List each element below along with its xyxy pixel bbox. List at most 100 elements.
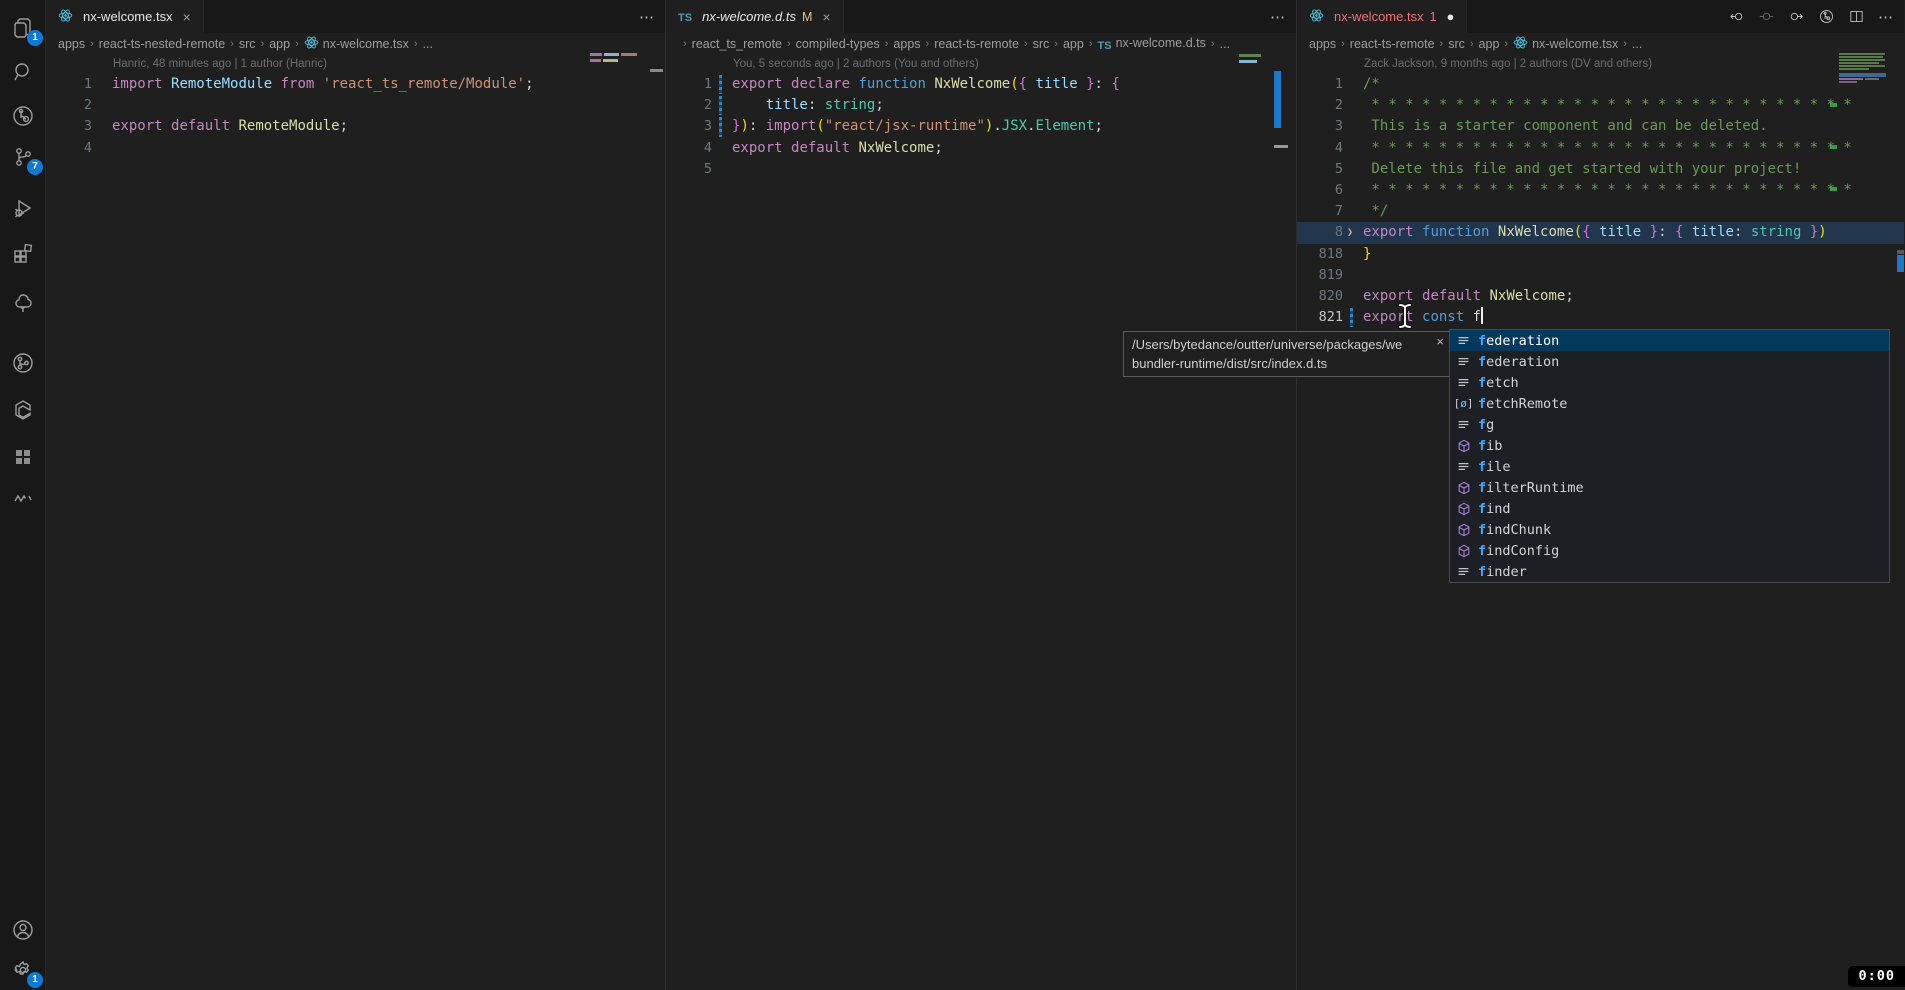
- gitlens-icon[interactable]: [0, 96, 46, 136]
- code-line-820[interactable]: 820export default NxWelcome;: [1297, 286, 1904, 307]
- code-line-6[interactable]: 6 * * * * * * * * * * * * * * * * * * * …: [1297, 180, 1904, 201]
- line-number[interactable]: 6: [1297, 180, 1343, 201]
- suggestion-item-fg[interactable]: fg: [1450, 414, 1889, 435]
- breadcrumb-item[interactable]: react-ts-remote: [934, 37, 1019, 51]
- line-number[interactable]: 821: [1297, 307, 1343, 328]
- code-editor[interactable]: You, 5 seconds ago | 2 authors (You and …: [666, 55, 1296, 180]
- breadcrumb-item[interactable]: nx-welcome.tsx: [1513, 35, 1618, 53]
- line-number[interactable]: 3: [46, 116, 92, 137]
- breadcrumb-item[interactable]: apps: [1309, 37, 1336, 51]
- code-line-818[interactable]: 818}: [1297, 244, 1904, 265]
- git-modified-gutter-mark[interactable]: [1350, 308, 1353, 327]
- code-line-4[interactable]: 4: [46, 138, 665, 159]
- extensions-icon[interactable]: [0, 233, 46, 273]
- squiggle-extension-icon[interactable]: [0, 478, 46, 518]
- line-number[interactable]: 3: [666, 116, 712, 137]
- code-line-4[interactable]: 4export default NxWelcome;: [666, 138, 1296, 159]
- breadcrumb-item[interactable]: src: [1448, 37, 1465, 51]
- line-number[interactable]: 4: [46, 138, 92, 159]
- settings-icon[interactable]: 1: [0, 950, 46, 990]
- git-modified-gutter-mark[interactable]: [719, 75, 722, 94]
- code-line-821[interactable]: 821export const f: [1297, 307, 1904, 328]
- line-number[interactable]: 5: [1297, 159, 1343, 180]
- suggestion-item-fetch[interactable]: fetch: [1450, 372, 1889, 393]
- tab-nx-welcome.tsx[interactable]: nx-welcome.tsx1●: [1297, 0, 1467, 33]
- code-line-5[interactable]: 5: [666, 159, 1296, 180]
- line-number[interactable]: 2: [666, 95, 712, 116]
- suggestion-item-find[interactable]: find: [1450, 498, 1889, 519]
- breadcrumb-item[interactable]: src: [1033, 37, 1050, 51]
- breadcrumb-item[interactable]: app: [1063, 37, 1084, 51]
- suggestion-item-fetchRemote[interactable]: [ø]fetchRemote: [1450, 393, 1889, 414]
- code-line-7[interactable]: 7 */: [1297, 201, 1904, 222]
- git-modified-gutter-mark[interactable]: [719, 96, 722, 115]
- accounts-icon[interactable]: [0, 910, 46, 950]
- breadcrumb-item[interactable]: react-ts-nested-remote: [99, 37, 225, 51]
- code-line-3[interactable]: 3}): import("react/jsx-runtime").JSX.Ele…: [666, 116, 1296, 137]
- breadcrumb-item[interactable]: ...: [1632, 37, 1642, 51]
- history-icon[interactable]: [1816, 7, 1836, 27]
- code-line-8[interactable]: 8❯export function NxWelcome({ title }: {…: [1297, 222, 1904, 243]
- code-line-4[interactable]: 4 * * * * * * * * * * * * * * * * * * * …: [1297, 138, 1904, 159]
- line-number[interactable]: 1: [1297, 74, 1343, 95]
- suggestion-item-findChunk[interactable]: findChunk: [1450, 519, 1889, 540]
- close-icon[interactable]: ×: [1436, 334, 1444, 349]
- breadcrumb-item[interactable]: ...: [1220, 37, 1230, 51]
- code-editor[interactable]: Hanric, 48 minutes ago | 1 author (Hanri…: [46, 55, 665, 159]
- testing-tree-icon[interactable]: [0, 283, 46, 323]
- breadcrumb-item[interactable]: app: [1479, 37, 1500, 51]
- breadcrumb-item[interactable]: app: [269, 37, 290, 51]
- hexagon-extension-icon[interactable]: [0, 390, 46, 430]
- fold-chevron-icon[interactable]: ❯: [1347, 222, 1353, 243]
- breadcrumb-item[interactable]: apps: [893, 37, 920, 51]
- code-line-1[interactable]: 1export declare function NxWelcome({ tit…: [666, 74, 1296, 95]
- code-editor[interactable]: Zack Jackson, 9 months ago | 2 authors (…: [1297, 55, 1904, 328]
- search-icon[interactable]: [0, 52, 46, 92]
- suggestion-item-fib[interactable]: fib: [1450, 435, 1889, 456]
- breadcrumb-item[interactable]: compiled-types: [796, 37, 880, 51]
- more-icon[interactable]: ⋯: [637, 7, 657, 27]
- prev-change-icon[interactable]: [1726, 7, 1746, 27]
- breadcrumb-item[interactable]: src: [239, 37, 256, 51]
- tab-close-icon[interactable]: ×: [822, 9, 830, 25]
- split-editor-icon[interactable]: [1846, 7, 1866, 27]
- line-number[interactable]: 818: [1297, 244, 1343, 265]
- next-change-icon[interactable]: [1786, 7, 1806, 27]
- breadcrumb-item[interactable]: react-ts-remote: [1350, 37, 1435, 51]
- breadcrumb-item[interactable]: ...: [423, 37, 433, 51]
- changes-icon[interactable]: [1756, 7, 1776, 27]
- code-line-2[interactable]: 2 title: string;: [666, 95, 1296, 116]
- suggestion-item-file[interactable]: file: [1450, 456, 1889, 477]
- git-graph-icon[interactable]: [0, 343, 46, 383]
- more-icon[interactable]: ⋯: [1876, 7, 1896, 27]
- line-number[interactable]: 8: [1297, 222, 1343, 243]
- suggestion-item-findConfig[interactable]: findConfig: [1450, 540, 1889, 561]
- tab-dirty-indicator[interactable]: ●: [1447, 9, 1455, 24]
- suggestion-item-federation[interactable]: federation: [1450, 330, 1889, 351]
- breadcrumb-item[interactable]: react_ts_remote: [692, 37, 782, 51]
- explorer-icon[interactable]: 1: [0, 8, 46, 48]
- line-number[interactable]: 5: [666, 159, 712, 180]
- breadcrumb-item[interactable]: TSnx-welcome.d.ts: [1098, 36, 1206, 52]
- line-number[interactable]: 819: [1297, 265, 1343, 286]
- line-number[interactable]: 7: [1297, 201, 1343, 222]
- line-number[interactable]: 2: [46, 95, 92, 116]
- line-number[interactable]: 4: [1297, 138, 1343, 159]
- suggestion-item-federation[interactable]: federation: [1450, 351, 1889, 372]
- line-number[interactable]: 2: [1297, 95, 1343, 116]
- line-number[interactable]: 4: [666, 138, 712, 159]
- code-line-1[interactable]: 1/*: [1297, 74, 1904, 95]
- tab-nx-welcome.tsx[interactable]: nx-welcome.tsx×: [46, 0, 204, 33]
- breadcrumb-item[interactable]: nx-welcome.tsx: [304, 35, 409, 53]
- code-line-3[interactable]: 3 This is a starter component and can be…: [1297, 116, 1904, 137]
- grid-extension-icon[interactable]: [0, 437, 46, 477]
- code-line-5[interactable]: 5 Delete this file and get started with …: [1297, 159, 1904, 180]
- line-number[interactable]: 1: [46, 74, 92, 95]
- code-line-2[interactable]: 2 * * * * * * * * * * * * * * * * * * * …: [1297, 95, 1904, 116]
- more-icon[interactable]: ⋯: [1268, 7, 1288, 27]
- git-modified-gutter-mark[interactable]: [719, 117, 722, 136]
- line-number[interactable]: 1: [666, 74, 712, 95]
- tab-nx-welcome.d.ts[interactable]: TSnx-welcome.d.tsM×: [666, 0, 844, 33]
- code-line-3[interactable]: 3export default RemoteModule;: [46, 116, 665, 137]
- line-number[interactable]: 820: [1297, 286, 1343, 307]
